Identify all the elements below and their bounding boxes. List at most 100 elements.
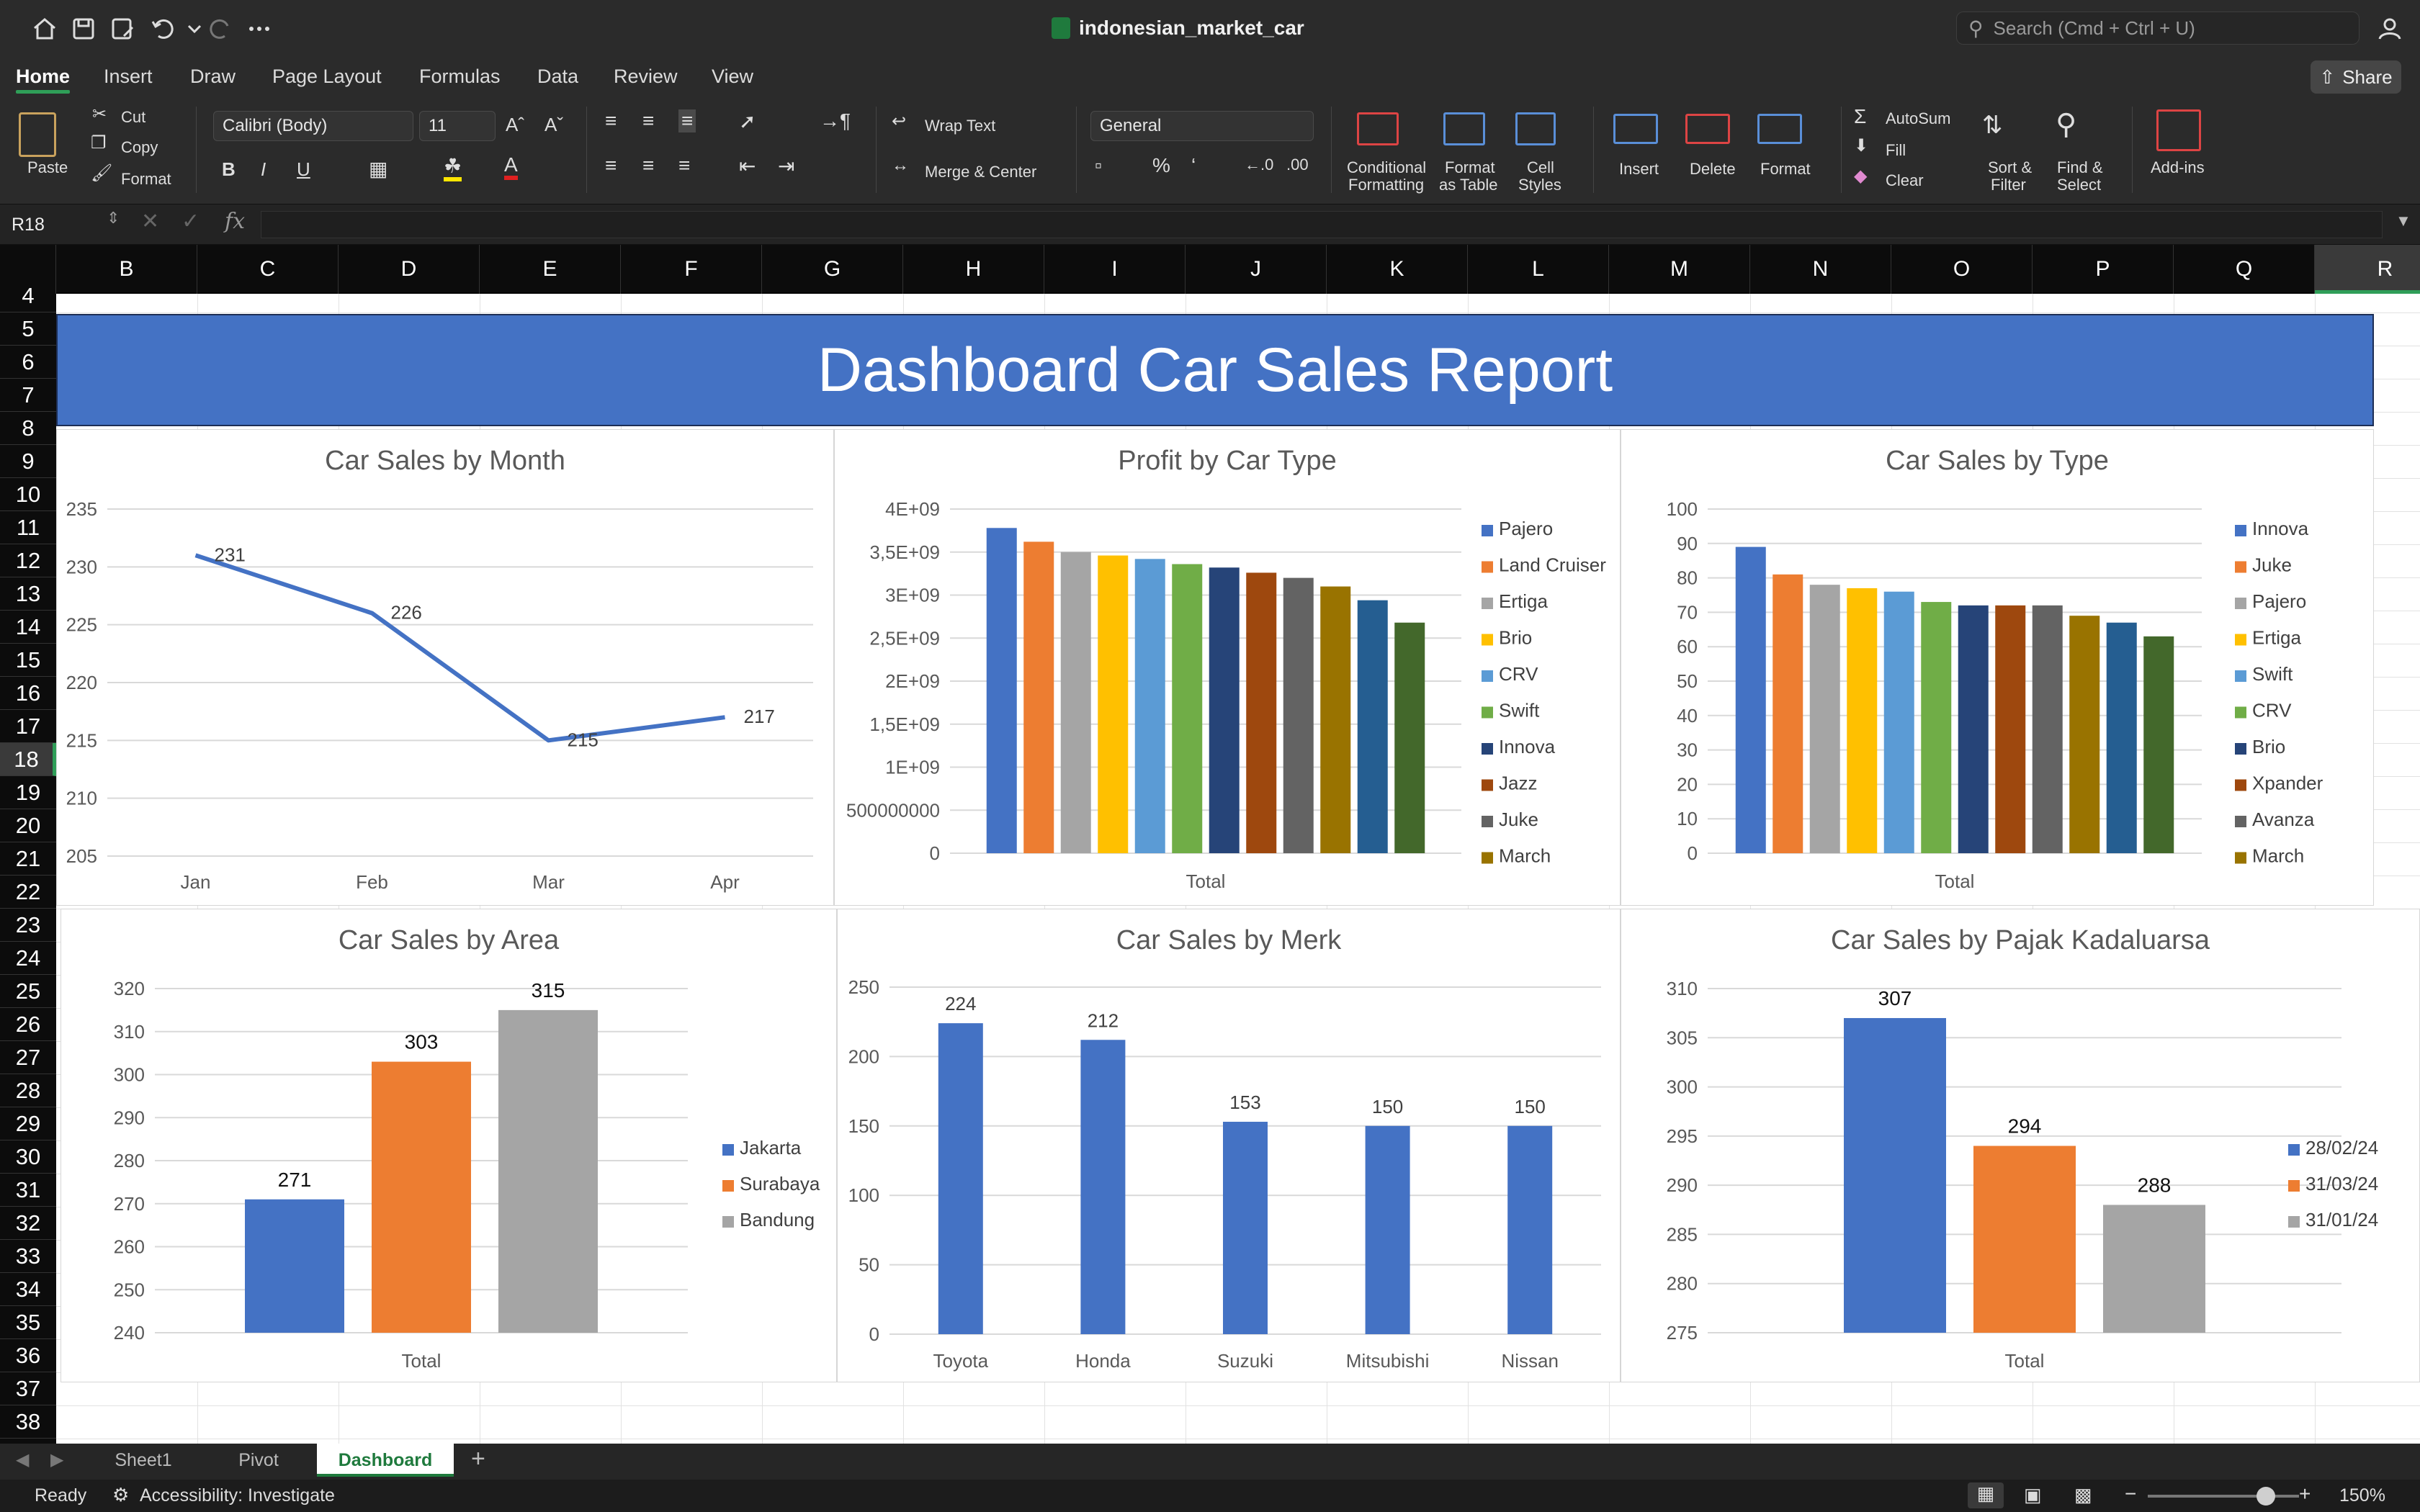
search-input[interactable]: ⚲ Search (Cmd + Ctrl + U) bbox=[1956, 12, 2360, 45]
chart-sales-by-area[interactable]: Car Sales by Area 240 250 260 270 280 290 300 31… bbox=[60, 909, 837, 1382]
row-header-25[interactable]: 25 bbox=[0, 975, 56, 1008]
conditional-formatting-label-1[interactable]: Conditional bbox=[1347, 158, 1426, 177]
chart-sales-by-month[interactable]: Car Sales by Month 205 210 215 220 225 230 235 J… bbox=[56, 429, 834, 906]
dashboard-title[interactable]: Dashboard Car Sales Report bbox=[56, 314, 2374, 426]
redo-icon[interactable] bbox=[206, 14, 235, 43]
normal-view-icon[interactable]: ▦ bbox=[1968, 1482, 2004, 1508]
chart-sales-by-merk[interactable]: Car Sales by Merk 0 50 100 150 200 250 224 Toyot… bbox=[837, 909, 1621, 1382]
sheet-tab-dashboard[interactable]: Dashboard bbox=[317, 1444, 454, 1477]
format-cells-icon[interactable] bbox=[1757, 114, 1802, 144]
row-header-27[interactable]: 27 bbox=[0, 1041, 56, 1074]
formula-input[interactable] bbox=[261, 211, 2383, 238]
insert-cells-button[interactable]: Insert bbox=[1619, 160, 1659, 179]
sort-filter-icon[interactable]: ⇅ bbox=[1982, 111, 2003, 140]
cell-styles-icon[interactable] bbox=[1515, 112, 1556, 145]
add-ins-icon[interactable] bbox=[2156, 109, 2201, 151]
cell-styles-label-2[interactable]: Styles bbox=[1518, 176, 1561, 194]
row-header-7[interactable]: 7 bbox=[0, 379, 56, 412]
paste-icon[interactable] bbox=[19, 112, 56, 157]
row-header-28[interactable]: 28 bbox=[0, 1074, 56, 1107]
column-header-i[interactable]: I bbox=[1044, 245, 1186, 294]
undo-dropdown-icon[interactable] bbox=[180, 14, 209, 43]
row-header-8[interactable]: 8 bbox=[0, 412, 56, 445]
align-center-icon[interactable]: ≡ bbox=[642, 154, 654, 177]
align-left-icon[interactable]: ≡ bbox=[605, 154, 617, 177]
copy-button[interactable]: Copy bbox=[121, 138, 158, 157]
row-header-12[interactable]: 12 bbox=[0, 544, 56, 577]
row-header-26[interactable]: 26 bbox=[0, 1008, 56, 1041]
fill-button[interactable]: Fill bbox=[1886, 141, 1906, 160]
merge-center-button[interactable]: Merge & Center bbox=[925, 163, 1036, 181]
row-header-15[interactable]: 15 bbox=[0, 644, 56, 677]
find-select-label-2[interactable]: Select bbox=[2057, 176, 2101, 194]
underline-button[interactable]: U bbox=[297, 158, 310, 181]
accessibility-status[interactable]: Accessibility: Investigate bbox=[140, 1485, 335, 1506]
row-header-11[interactable]: 11 bbox=[0, 511, 56, 544]
accessibility-icon[interactable]: ⚙ bbox=[112, 1484, 129, 1506]
sort-filter-label-2[interactable]: Filter bbox=[1991, 176, 2026, 194]
find-select-icon[interactable]: ⚲ bbox=[2056, 108, 2076, 141]
bold-button[interactable]: B bbox=[222, 158, 236, 181]
row-header-31[interactable]: 31 bbox=[0, 1174, 56, 1207]
cut-button[interactable]: Cut bbox=[121, 108, 145, 127]
autosum-icon[interactable]: Σ bbox=[1854, 105, 1866, 128]
cell-styles-label-1[interactable]: Cell bbox=[1527, 158, 1554, 177]
font-size-select[interactable]: 11 bbox=[419, 111, 496, 141]
row-header-5[interactable]: 5 bbox=[0, 312, 56, 346]
increase-font-icon[interactable]: Aˆ bbox=[506, 114, 524, 136]
decrease-font-icon[interactable]: Aˇ bbox=[544, 114, 563, 136]
cancel-icon[interactable]: ✕ bbox=[141, 209, 159, 234]
row-header-4[interactable]: 4 bbox=[0, 279, 56, 312]
save-as-icon[interactable] bbox=[108, 14, 137, 43]
tab-data[interactable]: Data bbox=[537, 62, 578, 91]
row-header-9[interactable]: 9 bbox=[0, 445, 56, 478]
name-box[interactable]: R18 bbox=[12, 212, 112, 238]
paste-label[interactable]: Paste bbox=[27, 158, 68, 177]
conditional-formatting-label-2[interactable]: Formatting bbox=[1348, 176, 1424, 194]
row-header-10[interactable]: 10 bbox=[0, 478, 56, 511]
zoom-in-button[interactable]: + bbox=[2299, 1482, 2311, 1506]
column-header-p[interactable]: P bbox=[2033, 245, 2174, 294]
page-break-view-icon[interactable]: ▩ bbox=[2074, 1484, 2092, 1506]
enter-icon[interactable]: ✓ bbox=[182, 209, 200, 234]
save-icon[interactable] bbox=[69, 14, 98, 43]
row-header-24[interactable]: 24 bbox=[0, 942, 56, 975]
column-header-r[interactable]: R bbox=[2315, 245, 2420, 294]
account-icon[interactable] bbox=[2375, 14, 2404, 43]
tab-formulas[interactable]: Formulas bbox=[419, 62, 501, 91]
row-header-19[interactable]: 19 bbox=[0, 776, 56, 809]
clear-icon[interactable]: ◆ bbox=[1854, 166, 1867, 186]
number-format-select[interactable]: General bbox=[1090, 111, 1314, 141]
tab-draw[interactable]: Draw bbox=[190, 62, 236, 91]
paragraph-direction-icon[interactable]: →¶ bbox=[820, 109, 851, 132]
cut-icon[interactable]: ✂ bbox=[92, 104, 107, 125]
chart-sales-by-pajak[interactable]: Car Sales by Pajak Kadaluarsa 275 280 285 29… bbox=[1621, 909, 2420, 1382]
row-header-38[interactable]: 38 bbox=[0, 1405, 56, 1439]
delete-cells-button[interactable]: Delete bbox=[1690, 160, 1736, 179]
format-as-table-icon[interactable] bbox=[1443, 112, 1485, 145]
prev-sheet-icon[interactable]: ◀ bbox=[16, 1449, 29, 1470]
column-header-g[interactable]: G bbox=[762, 245, 903, 294]
row-header-20[interactable]: 20 bbox=[0, 809, 56, 842]
column-header-n[interactable]: N bbox=[1750, 245, 1891, 294]
row-header-13[interactable]: 13 bbox=[0, 577, 56, 611]
column-header-j[interactable]: J bbox=[1186, 245, 1327, 294]
tab-insert[interactable]: Insert bbox=[104, 62, 153, 91]
merge-center-icon[interactable]: ↔ bbox=[892, 156, 909, 176]
accounting-format-icon[interactable]: ▫ bbox=[1095, 154, 1102, 177]
zoom-out-button[interactable]: − bbox=[2125, 1482, 2136, 1506]
page-layout-view-icon[interactable]: ▣ bbox=[2024, 1484, 2042, 1506]
increase-decimal-icon[interactable]: ←.0 bbox=[1245, 156, 1273, 174]
chart-sales-by-type[interactable]: Car Sales by Type 0 10 20 30 40 50 60 70 80 90 100 T… bbox=[1621, 429, 2374, 906]
more-icon[interactable] bbox=[245, 14, 274, 43]
column-header-d[interactable]: D bbox=[339, 245, 480, 294]
row-header-33[interactable]: 33 bbox=[0, 1240, 56, 1273]
insert-function-button[interactable]: fx bbox=[225, 209, 245, 234]
format-painter-button[interactable]: Format bbox=[121, 170, 171, 189]
clear-button[interactable]: Clear bbox=[1886, 171, 1924, 190]
undo-icon[interactable] bbox=[148, 14, 177, 43]
align-middle-icon[interactable]: ≡ bbox=[642, 109, 654, 132]
row-header-6[interactable]: 6 bbox=[0, 346, 56, 379]
add-sheet-button[interactable]: + bbox=[471, 1445, 485, 1473]
format-as-table-label-1[interactable]: Format bbox=[1445, 158, 1495, 177]
